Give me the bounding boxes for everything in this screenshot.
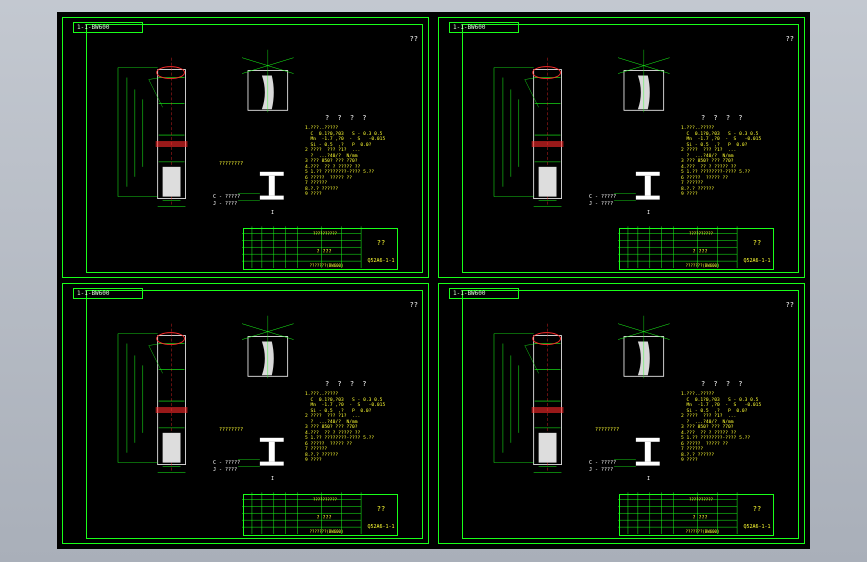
title-block-company: ?????????? bbox=[312, 497, 338, 502]
note-line: Mn -1.7 ,?0 - S -0.015 bbox=[681, 403, 762, 408]
technical-notes-title: ? ? ? ? bbox=[701, 380, 745, 388]
section-mark: I bbox=[647, 476, 651, 482]
note-line: 5 1.?? ????????-???? 5.?? bbox=[681, 436, 751, 441]
section-legend: C - ????? bbox=[213, 194, 241, 200]
technical-notes: 1.???..????? C 0.1?0,?03 S - 0.3 0.5 Mn … bbox=[681, 392, 761, 464]
i-beam-section-view bbox=[238, 171, 284, 201]
title-block-code: Q52A6-1-1 bbox=[367, 258, 395, 264]
i-beam-section-view bbox=[614, 171, 660, 201]
drawing-sheet-3[interactable]: 1-1-BW600 ?? ? ? ? ? 1.???..????? C 0.1?… bbox=[62, 283, 429, 544]
note-line: 5 1.?? ????????-???? 5.?? bbox=[681, 170, 751, 175]
section-mark: I bbox=[271, 210, 275, 216]
title-block-description: ? ??? bbox=[692, 515, 708, 521]
technical-notes-title: ? ? ? ? bbox=[325, 114, 369, 122]
rail-profile-view bbox=[117, 57, 188, 207]
section-legend: J - ???? bbox=[213, 201, 238, 207]
title-block-code: Q52A6-1-1 bbox=[367, 524, 395, 530]
title-block-drawing-name: ???????(BW600) bbox=[309, 263, 344, 268]
i-beam-section-view bbox=[238, 437, 284, 467]
rail-head-section-view bbox=[617, 315, 670, 379]
title-block: ?????????? ?? ? ??? ???????(BW600) Q52A6… bbox=[619, 228, 774, 270]
title-block-name: ?? bbox=[376, 239, 386, 247]
note-line: Mn -1.7 ,?0 - S -0.015 bbox=[305, 137, 386, 142]
title-block-name: ?? bbox=[376, 505, 386, 513]
title-block: ?????????? ?? ? ??? ???????(BW600) Q52A6… bbox=[619, 494, 774, 536]
title-block-company: ?????????? bbox=[688, 231, 714, 236]
title-block-description: ? ??? bbox=[316, 249, 332, 255]
note-line: Mn -1.7 ,?0 - S -0.015 bbox=[681, 137, 762, 142]
note-line: 5 1.?? ????????-???? 5.?? bbox=[305, 436, 375, 441]
rail-profile-view bbox=[493, 57, 564, 207]
technical-notes-title: ? ? ? ? bbox=[701, 114, 745, 122]
section-caption: ???????? bbox=[219, 427, 244, 433]
title-block-code: Q52A6-1-1 bbox=[743, 524, 771, 530]
cad-application-viewport: 1-1-BW600 ?? ? ? ? ? 1.???..????? C 0.1?… bbox=[0, 0, 867, 562]
rail-head-section-view bbox=[241, 49, 294, 113]
section-legend: J - ???? bbox=[213, 467, 238, 473]
section-legend: C - ????? bbox=[589, 460, 617, 466]
rail-profile-view bbox=[117, 323, 188, 473]
note-line: 9 ???? bbox=[681, 458, 698, 463]
note-line: 9 ???? bbox=[305, 458, 322, 463]
section-caption: ???????? bbox=[219, 161, 244, 167]
i-beam-section-view bbox=[614, 437, 660, 467]
title-block-company: ?????????? bbox=[688, 497, 714, 502]
title-block-name: ?? bbox=[752, 505, 762, 513]
title-block-company: ?????????? bbox=[312, 231, 338, 236]
title-block: ?????????? ?? ? ??? ???????(BW600) Q52A6… bbox=[243, 228, 398, 270]
drawing-sheet-4[interactable]: 1-1-BW600 ?? ? ? ? ? 1.???..????? C 0.1?… bbox=[438, 283, 805, 544]
technical-notes: 1.???..????? C 0.1?0,?03 S - 0.3 0.5 Mn … bbox=[681, 126, 761, 198]
title-block-drawing-name: ???????(BW600) bbox=[685, 263, 720, 268]
note-line: 9 ???? bbox=[681, 192, 698, 197]
section-legend: C - ????? bbox=[213, 460, 241, 466]
title-block-code: Q52A6-1-1 bbox=[743, 258, 771, 264]
drawing-sheet-1[interactable]: 1-1-BW600 ?? ? ? ? ? 1.???..????? C 0.1?… bbox=[62, 17, 429, 278]
title-block-name: ?? bbox=[752, 239, 762, 247]
technical-notes: 1.???..????? C 0.1?0,?03 S - 0.3 0.5 Mn … bbox=[305, 126, 385, 198]
technical-notes: 1.???..????? C 0.1?0,?03 S - 0.3 0.5 Mn … bbox=[305, 392, 385, 464]
drawing-sheet-2[interactable]: 1-1-BW600 ?? ? ? ? ? 1.???..????? C 0.1?… bbox=[438, 17, 805, 278]
section-legend: C - ????? bbox=[589, 194, 617, 200]
title-block-drawing-name: ???????(BW600) bbox=[685, 529, 720, 534]
rail-profile-view bbox=[493, 323, 564, 473]
title-block: ?????????? ?? ? ??? ???????(BW600) Q52A6… bbox=[243, 494, 398, 536]
technical-notes-title: ? ? ? ? bbox=[325, 380, 369, 388]
section-legend: J - ???? bbox=[589, 201, 614, 207]
rail-head-section-view bbox=[617, 49, 670, 113]
title-block-description: ? ??? bbox=[692, 249, 708, 255]
note-line: 5 1.?? ????????-???? 5.?? bbox=[305, 170, 375, 175]
rail-head-section-view bbox=[241, 315, 294, 379]
section-mark: I bbox=[647, 210, 651, 216]
title-block-drawing-name: ???????(BW600) bbox=[309, 529, 344, 534]
section-mark: I bbox=[271, 476, 275, 482]
note-line: 9 ???? bbox=[305, 192, 322, 197]
note-line: Mn -1.7 ,?0 - S -0.015 bbox=[305, 403, 386, 408]
section-caption: ???????? bbox=[595, 427, 620, 433]
drawing-canvas[interactable]: 1-1-BW600 ?? ? ? ? ? 1.???..????? C 0.1?… bbox=[57, 12, 810, 549]
section-legend: J - ???? bbox=[589, 467, 614, 473]
title-block-description: ? ??? bbox=[316, 515, 332, 521]
